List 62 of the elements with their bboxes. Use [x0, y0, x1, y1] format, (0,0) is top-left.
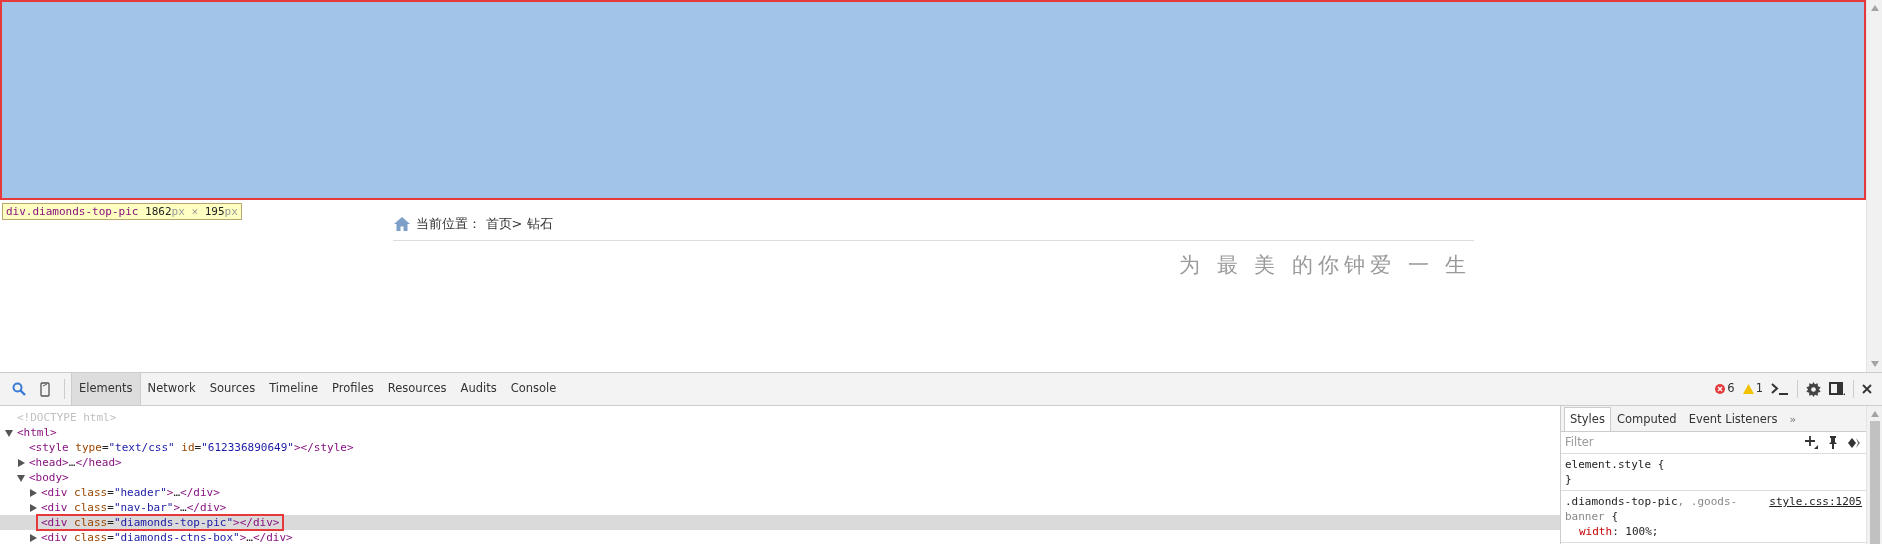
dom-node-line[interactable]: <div class="diamonds-ctns-box">…</div> [38, 531, 296, 544]
close-icon[interactable] [1862, 384, 1872, 394]
devtools-tab[interactable]: Profiles [325, 373, 381, 405]
expanded-triangle-icon[interactable] [17, 473, 25, 482]
tree-row[interactable]: <html> [0, 425, 1560, 440]
collapsed-triangle-icon[interactable] [17, 458, 25, 467]
search-icon[interactable] [12, 382, 26, 396]
tree-row[interactable]: <div class="header">…</div> [0, 485, 1560, 500]
devtools-tab[interactable]: Audits [453, 373, 504, 405]
breadcrumb-path: 首页> 钻石 [485, 215, 553, 233]
home-icon [392, 215, 411, 232]
opening-brace: { [1657, 458, 1665, 471]
warning-count[interactable]: 1 [1755, 380, 1763, 398]
tree-row[interactable]: <style type="text/css" id="612336890649"></style> [0, 440, 1560, 455]
mobile-device-icon[interactable] [40, 381, 50, 397]
css-property: width: 100%; [1578, 524, 1660, 539]
dom-node-line[interactable]: <style type="text/css" id="612336890649"></style> [26, 441, 357, 454]
error-count[interactable]: 6 [1727, 380, 1735, 398]
settings-icon[interactable] [1806, 381, 1821, 397]
devtools-tab[interactable]: Network [140, 373, 203, 405]
breadcrumb-label: 当前位置： [415, 215, 481, 233]
tree-row[interactable]: <head>…</head> [0, 455, 1560, 470]
slogan-text: 为 最 美 的你钟爱 一 生 [1179, 252, 1472, 277]
tree-row[interactable]: <div class="nav-bar">…</div> [0, 500, 1560, 515]
add-rule-icon[interactable] [1805, 436, 1818, 449]
devtools-tab[interactable]: Resources [380, 373, 454, 405]
dom-node-line[interactable]: <div class="nav-bar">…</div> [38, 501, 230, 514]
element-tooltip: div.diamonds-top-pic 1862px × 195px [2, 203, 242, 220]
sidebar-tab[interactable]: Computed [1610, 406, 1683, 431]
closing-brace: } [1565, 472, 1573, 487]
tree-row[interactable]: <body> [0, 470, 1560, 485]
dock-icon[interactable] [1829, 382, 1845, 396]
dom-node-line[interactable]: <head>…</head> [26, 456, 125, 469]
dom-node-line[interactable]: <body> [26, 471, 72, 484]
sidebar-tab[interactable]: Styles [1564, 406, 1611, 431]
warning-icon [1742, 384, 1754, 394]
css-selector: element.style [1565, 458, 1652, 471]
tree-row[interactable]: <div class="diamonds-ctns-box">…</div> [0, 530, 1560, 544]
sidebar-tab[interactable]: Event Listeners [1682, 406, 1784, 431]
css-selector: banner [1565, 510, 1605, 523]
collapsed-triangle-icon[interactable] [29, 503, 37, 512]
expanded-triangle-icon[interactable] [5, 428, 13, 437]
tree-row[interactable]: <div class="diamonds-top-pic"></div> [0, 515, 1560, 530]
dom-node-line[interactable]: <div class="diamonds-top-pic"></div> [38, 516, 283, 529]
console-prompt-icon[interactable] [1771, 383, 1789, 395]
devtools-tab[interactable]: Timeline [262, 373, 326, 405]
dom-node-line[interactable]: <div class="header">…</div> [38, 486, 223, 499]
diamond-icon[interactable] [1848, 437, 1862, 448]
devtools-tab[interactable]: Console [503, 373, 564, 405]
scrollbar-thumb[interactable] [1869, 421, 1880, 544]
pin-icon[interactable] [1828, 436, 1838, 449]
opening-brace: { [1611, 510, 1618, 523]
source-link[interactable]: style.css:1205 [1769, 494, 1862, 509]
collapsed-triangle-icon[interactable] [29, 533, 37, 542]
collapsed-triangle-icon[interactable] [29, 488, 37, 497]
css-selector: .diamonds-top-pic [1565, 495, 1678, 508]
more-tabs-button[interactable]: » [1783, 408, 1803, 431]
devtools-tab[interactable]: Sources [202, 373, 263, 405]
css-selector: , .goods- [1677, 495, 1738, 508]
devtools-tab[interactable]: Elements [71, 373, 141, 405]
dom-node-line[interactable]: <html> [14, 426, 60, 439]
error-icon [1715, 384, 1726, 394]
